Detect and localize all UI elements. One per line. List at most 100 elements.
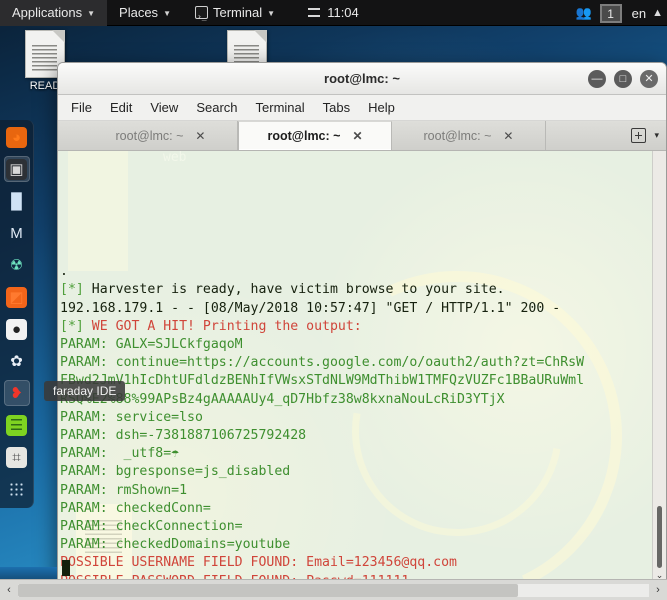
terminal-line: FBwd2JmV1hIcDhtUFdldzBENhIfVWsxSTdNLW9Md…	[60, 372, 652, 390]
terminal-line: PARAM: checkedConn=	[60, 500, 652, 518]
bottom-scrollbar[interactable]: ‹ ›	[0, 579, 667, 600]
tab-close-icon[interactable]: ✕	[195, 129, 205, 143]
terminal-text: [*]	[60, 282, 84, 298]
terminal-text: FBwd2JmV1hIcDhtUFdldzBENhIfVWsxSTdNLW9Md…	[60, 373, 585, 389]
dock-item-beef[interactable]: ●	[4, 316, 30, 342]
terminal-tab-1[interactable]: root@lmc: ~ ✕	[238, 121, 392, 150]
terminal-line: [*] Harvester is ready, have victim brow…	[60, 281, 652, 299]
terminal-screen[interactable]: web . [*] Harvester is ready, have victim…	[58, 151, 652, 582]
window-title: root@lmc: ~	[324, 71, 400, 86]
terminal-text: PARAM: bgresponse=js_disabled	[60, 464, 291, 480]
terminal-line: PARAM: service=lso	[60, 409, 652, 427]
application-dock: ◕ ▣ █ M ☢ ◩ ● ✿ ❥ ☰ ⌗	[0, 120, 34, 508]
terminal-text: [*]	[60, 318, 84, 334]
menu-tabs[interactable]: Tabs	[314, 97, 359, 118]
menu-view[interactable]: View	[141, 97, 187, 118]
terminal-tab-2[interactable]: root@lmc: ~ ✕	[392, 121, 546, 150]
terminal-tab-0[interactable]: root@lmc: ~ ✕	[84, 121, 238, 150]
dock-item-calculator[interactable]: ⌗	[4, 444, 30, 470]
terminal-line: .	[60, 263, 652, 281]
desktop: Applications ▼ Places ▼ Terminal ▼ 11:04…	[0, 0, 667, 600]
dock-item-maltego[interactable]: ✿	[4, 348, 30, 374]
horizontal-scroll-thumb[interactable]	[18, 583, 518, 597]
workspace-switcher[interactable]: 1	[599, 3, 622, 23]
clock-label: 11:04	[327, 5, 359, 20]
terminal-line: PARAM: _utf8=☂	[60, 445, 652, 463]
dock-item-text-editor[interactable]: ☰	[4, 412, 30, 438]
clock[interactable]: 11:04	[264, 5, 404, 20]
terminal-text: PARAM: checkedDomains=youtube	[60, 537, 291, 553]
keyboard-layout-indicator[interactable]: en	[632, 6, 646, 21]
top-panel: Applications ▼ Places ▼ Terminal ▼ 11:04…	[0, 0, 667, 30]
terminal-text: PARAM: GALX=SJLCkfgaqoM	[60, 337, 243, 353]
terminal-line: PARAM: checkedDomains=youtube	[60, 536, 652, 554]
terminal-text: RSQ%E2%88%99APsBz4gAAAAAUy4_qD7Hbfz38w8k…	[60, 391, 505, 407]
terminal-text: PARAM: checkConnection=	[60, 519, 243, 535]
dock-item-terminal[interactable]: ▣	[3, 156, 30, 182]
terminal-text: PARAM: continue=https://accounts.google.…	[60, 355, 585, 371]
text-editor-icon: ☰	[6, 414, 27, 436]
menu-applications[interactable]: Applications ▼	[0, 0, 108, 26]
dock-item-metasploit[interactable]: M	[4, 220, 30, 246]
terminal-line: PARAM: rmShown=1	[60, 482, 652, 500]
chevron-up-icon[interactable]: ▲	[652, 7, 663, 19]
scroll-left-arrow-icon[interactable]: ‹	[0, 580, 18, 600]
close-button[interactable]: ✕	[640, 70, 658, 88]
terminal-line: PARAM: dsh=-7381887106725792428	[60, 427, 652, 445]
terminal-text: PARAM: rmShown=1	[60, 482, 188, 498]
menu-terminal[interactable]: Terminal	[247, 97, 314, 118]
terminal-text: 192.168.179.1 - - [08/May/2018 10:57:47]…	[60, 300, 561, 316]
menu-applications-label: Applications	[12, 4, 83, 20]
chevron-down-icon[interactable]: ▾	[654, 130, 659, 141]
scrollbar-thumb[interactable]	[657, 506, 662, 568]
tab-title: root@lmc: ~	[267, 129, 341, 143]
dock-item-burpsuite[interactable]: ◩	[4, 284, 30, 310]
tab-close-icon[interactable]: ✕	[503, 129, 513, 143]
vertical-scrollbar[interactable]: ⌄	[652, 151, 666, 582]
dock-item-firefox[interactable]: ◕	[4, 124, 30, 150]
tab-close-icon[interactable]: ✕	[352, 129, 362, 143]
title-bar: root@lmc: ~ — □ ✕	[58, 63, 666, 95]
taskbar-strip	[0, 567, 57, 579]
terminal-icon: ▣	[6, 158, 27, 180]
dock-item-faraday-ide[interactable]: ❥	[3, 380, 30, 406]
menu-places-label: Places	[119, 4, 159, 20]
new-tab-icon[interactable]	[631, 128, 647, 143]
minimize-button[interactable]: —	[588, 70, 606, 88]
scroll-right-arrow-icon[interactable]: ›	[649, 580, 667, 600]
terminal-line: PARAM: continue=https://accounts.google.…	[60, 354, 652, 372]
terminal-output: . [*] Harvester is ready, have victim bro…	[60, 263, 652, 582]
dock-tooltip: faraday IDE	[44, 381, 126, 401]
menu-help[interactable]: Help	[359, 97, 404, 118]
terminal-text: PARAM: checkedConn=	[60, 500, 211, 516]
dock-item-files[interactable]: █	[4, 188, 30, 214]
menu-file[interactable]: File	[62, 97, 101, 118]
maximize-button[interactable]: □	[614, 70, 632, 88]
panel-tray: 👥 1 en ▲	[575, 0, 667, 26]
menu-terminal-label: Terminal	[212, 4, 263, 20]
terminal-line: PARAM: GALX=SJLCkfgaqoM	[60, 336, 652, 354]
metasploit-icon: M	[10, 224, 23, 242]
terminal-line: 192.168.179.1 - - [08/May/2018 10:57:47]…	[60, 300, 652, 318]
terminal-window: root@lmc: ~ — □ ✕ File Edit View Search Term…	[57, 62, 667, 583]
dock-item-show-applications[interactable]	[4, 476, 30, 502]
users-icon[interactable]: 👥	[575, 5, 591, 21]
menu-edit[interactable]: Edit	[101, 97, 141, 118]
window-controls: — □ ✕	[588, 63, 658, 95]
dock-item-armitage[interactable]: ☢	[4, 252, 30, 278]
terminal-text: Harvester is ready, have victim browse t…	[83, 282, 505, 298]
horizontal-scroll-track[interactable]	[18, 583, 649, 597]
menu-search[interactable]: Search	[187, 97, 246, 118]
terminal-line: PARAM: bgresponse=js_disabled	[60, 463, 652, 481]
terminal-watermark: web	[163, 151, 187, 165]
terminal-text: PARAM: dsh=-7381887106725792428	[60, 428, 307, 444]
grid-icon	[8, 482, 25, 496]
armitage-icon: ☢	[9, 256, 24, 274]
files-icon: █	[11, 192, 22, 210]
faraday-ide-icon: ❥	[10, 384, 23, 402]
terminal-text: .	[60, 264, 68, 280]
chevron-down-icon: ▼	[163, 8, 171, 18]
maltego-icon: ✿	[10, 352, 23, 370]
terminal-line: PARAM: checkConnection=	[60, 518, 652, 536]
menu-places[interactable]: Places ▼	[107, 0, 183, 26]
